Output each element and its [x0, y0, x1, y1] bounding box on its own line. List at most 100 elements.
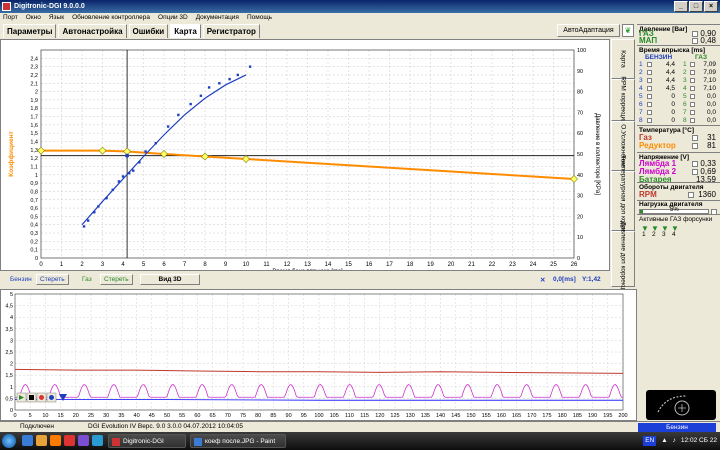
injection-gas-value: 0,0 [706, 117, 716, 124]
x-tick-label: 24 [530, 262, 537, 268]
menu-window[interactable]: Окно [26, 13, 41, 23]
side-tab-map[interactable]: Карта [611, 39, 635, 79]
injection-gas-checkbox[interactable] [690, 110, 695, 115]
x-tick-label: 12 [284, 262, 291, 268]
injection-benzin-checkbox[interactable] [647, 110, 652, 115]
volume-icon[interactable]: ♪ [673, 432, 676, 450]
x-tick-label: 13 [304, 262, 311, 268]
benzin-point [166, 125, 170, 128]
ie-icon[interactable] [22, 435, 33, 446]
maximize-button[interactable]: □ [689, 1, 703, 12]
close-cursor-icon[interactable]: ✕ [540, 276, 545, 284]
x-tick-label: 3 [101, 262, 105, 268]
close-button[interactable]: × [704, 1, 718, 12]
injection-gas-number: 8 [683, 117, 687, 124]
injection-benzin-checkbox[interactable] [647, 86, 652, 91]
side-tab-pressure[interactable]: Давление доп коррекция [611, 221, 635, 297]
injection-gas-checkbox[interactable] [690, 78, 695, 83]
menu-docs[interactable]: Документация [196, 13, 239, 23]
minimize-button[interactable]: _ [674, 1, 688, 12]
rpm-checkbox[interactable] [688, 192, 694, 198]
gas-label: Газ [82, 276, 92, 283]
injection-gas-checkbox[interactable] [690, 102, 695, 107]
recorder-graph[interactable]: 0 5 10 15 20 25 30 35 40 45 50 55 60 65 70 75 80 85 90 95 10… [1, 290, 636, 420]
media-icon[interactable] [78, 435, 89, 446]
menu-port[interactable]: Порт [3, 13, 18, 23]
x-tick-label: 7 [183, 262, 187, 268]
x-tick-label: 105 [330, 413, 339, 419]
injection-benzin-value: 0 [671, 117, 675, 124]
tab-errors[interactable]: Ошибки [128, 24, 169, 38]
x-tick-label: 65 [210, 413, 216, 419]
benzin-label: Бензин [10, 276, 32, 283]
injection-benzin-checkbox[interactable] [647, 78, 652, 83]
x-tick-label: 6 [162, 262, 166, 268]
menu-3d-options[interactable]: Опции 3D [158, 13, 188, 23]
x-tick-label: 20 [448, 262, 455, 268]
auto-adaptation-button[interactable]: АвтоАдаптация [557, 24, 620, 37]
map-chart[interactable]: 0 1 2 3 4 5 6 7 8 9 10 11 12 13 14 15 16 17 18 19 20 21 22 23 24… [1, 40, 609, 270]
benzin-point [236, 73, 239, 77]
injection-gas-checkbox[interactable] [690, 62, 695, 67]
x-tick-label: 21 [468, 262, 475, 268]
temp-gas-checkbox[interactable] [692, 135, 698, 141]
y-tick-label: 2 [35, 90, 38, 96]
load-section: Нагрузка двигателя 5% [637, 200, 720, 215]
injection-gas-checkbox[interactable] [690, 70, 695, 75]
menu-update[interactable]: Обновление контроллера [72, 13, 150, 23]
language-indicator[interactable]: EN [643, 436, 657, 446]
tab-parameters[interactable]: Параметры [3, 24, 57, 38]
injection-gas-number: 2 [683, 69, 687, 76]
taskbar-digitronic[interactable]: Digitronic-DGI [108, 434, 186, 448]
taskbar-paint[interactable]: коеф после.JPG - Paint [190, 434, 286, 448]
injection-gas-checkbox[interactable] [690, 86, 695, 91]
opera-icon[interactable] [64, 435, 75, 446]
lambda1-checkbox[interactable] [692, 161, 698, 167]
gas-injectors-section: Активные ГАЗ форсунки ▼ 1 ▼ 2 ▼ 3 ▼ 4 [637, 214, 720, 238]
injection-gas-checkbox[interactable] [690, 118, 695, 123]
temp-reducer-checkbox[interactable] [692, 143, 698, 149]
injection-benzin-checkbox[interactable] [647, 94, 652, 99]
x-tick-label: 22 [489, 262, 496, 268]
injection-row-number: 2 [639, 69, 643, 76]
injection-benzin-checkbox[interactable] [647, 118, 652, 123]
injection-benzin-checkbox[interactable] [647, 70, 652, 75]
gas-injectors-title: Активные ГАЗ форсунки [639, 216, 713, 223]
app-window: Digitronic-DGI 9.0.0.0 _ □ × Порт Окно Я… [0, 0, 720, 450]
leaf-icon[interactable]: ❦ [622, 24, 634, 37]
y-tick-label: 1,1 [30, 164, 38, 170]
y-tick-label: 4 [10, 315, 13, 321]
record-icon [39, 395, 44, 400]
pressure-map-checkbox[interactable] [692, 38, 698, 44]
explorer-icon[interactable] [36, 435, 47, 446]
skype-icon[interactable] [92, 435, 103, 446]
y-tick-label: 0 [10, 408, 13, 414]
tab-map[interactable]: Карта [170, 24, 201, 38]
start-button[interactable] [2, 434, 16, 448]
injection-benzin-checkbox[interactable] [647, 102, 652, 107]
x-tick-label: 11 [263, 262, 270, 268]
x-tick-label: 30 [103, 413, 109, 419]
cursor-y-readout: Y:1,42 [582, 276, 601, 283]
view-3d-button[interactable]: Вид 3D [140, 274, 200, 285]
gas-erase-button[interactable]: Стереть [100, 274, 133, 285]
injection-benzin-checkbox[interactable] [647, 62, 652, 67]
injection-row-number: 3 [639, 77, 643, 84]
tab-recorder[interactable]: Регистратор [202, 24, 260, 38]
x-tick-label: 40 [134, 413, 140, 419]
y-tick-label: 0,9 [30, 181, 38, 187]
y-tick-label: 0,3 [30, 231, 38, 237]
side-tab-rpm[interactable]: RPM коррекция [611, 76, 635, 124]
network-icon[interactable]: ▲ [661, 432, 667, 450]
firefox-icon[interactable] [50, 435, 61, 446]
menu-language[interactable]: Язык [49, 13, 64, 23]
benzin-erase-button[interactable]: Стереть [36, 274, 69, 285]
tab-autosetup[interactable]: Автонастройка [58, 24, 127, 38]
load-bar-fill [640, 210, 644, 213]
injection-gas-checkbox[interactable] [690, 94, 695, 99]
benzin-point [132, 169, 135, 172]
injection-row: 6 0 6 0,0 [639, 101, 718, 109]
y-tick-label: 5 [10, 292, 13, 298]
menu-help[interactable]: Помощь [247, 13, 272, 23]
y-tick-label: 1,4 [30, 140, 38, 146]
